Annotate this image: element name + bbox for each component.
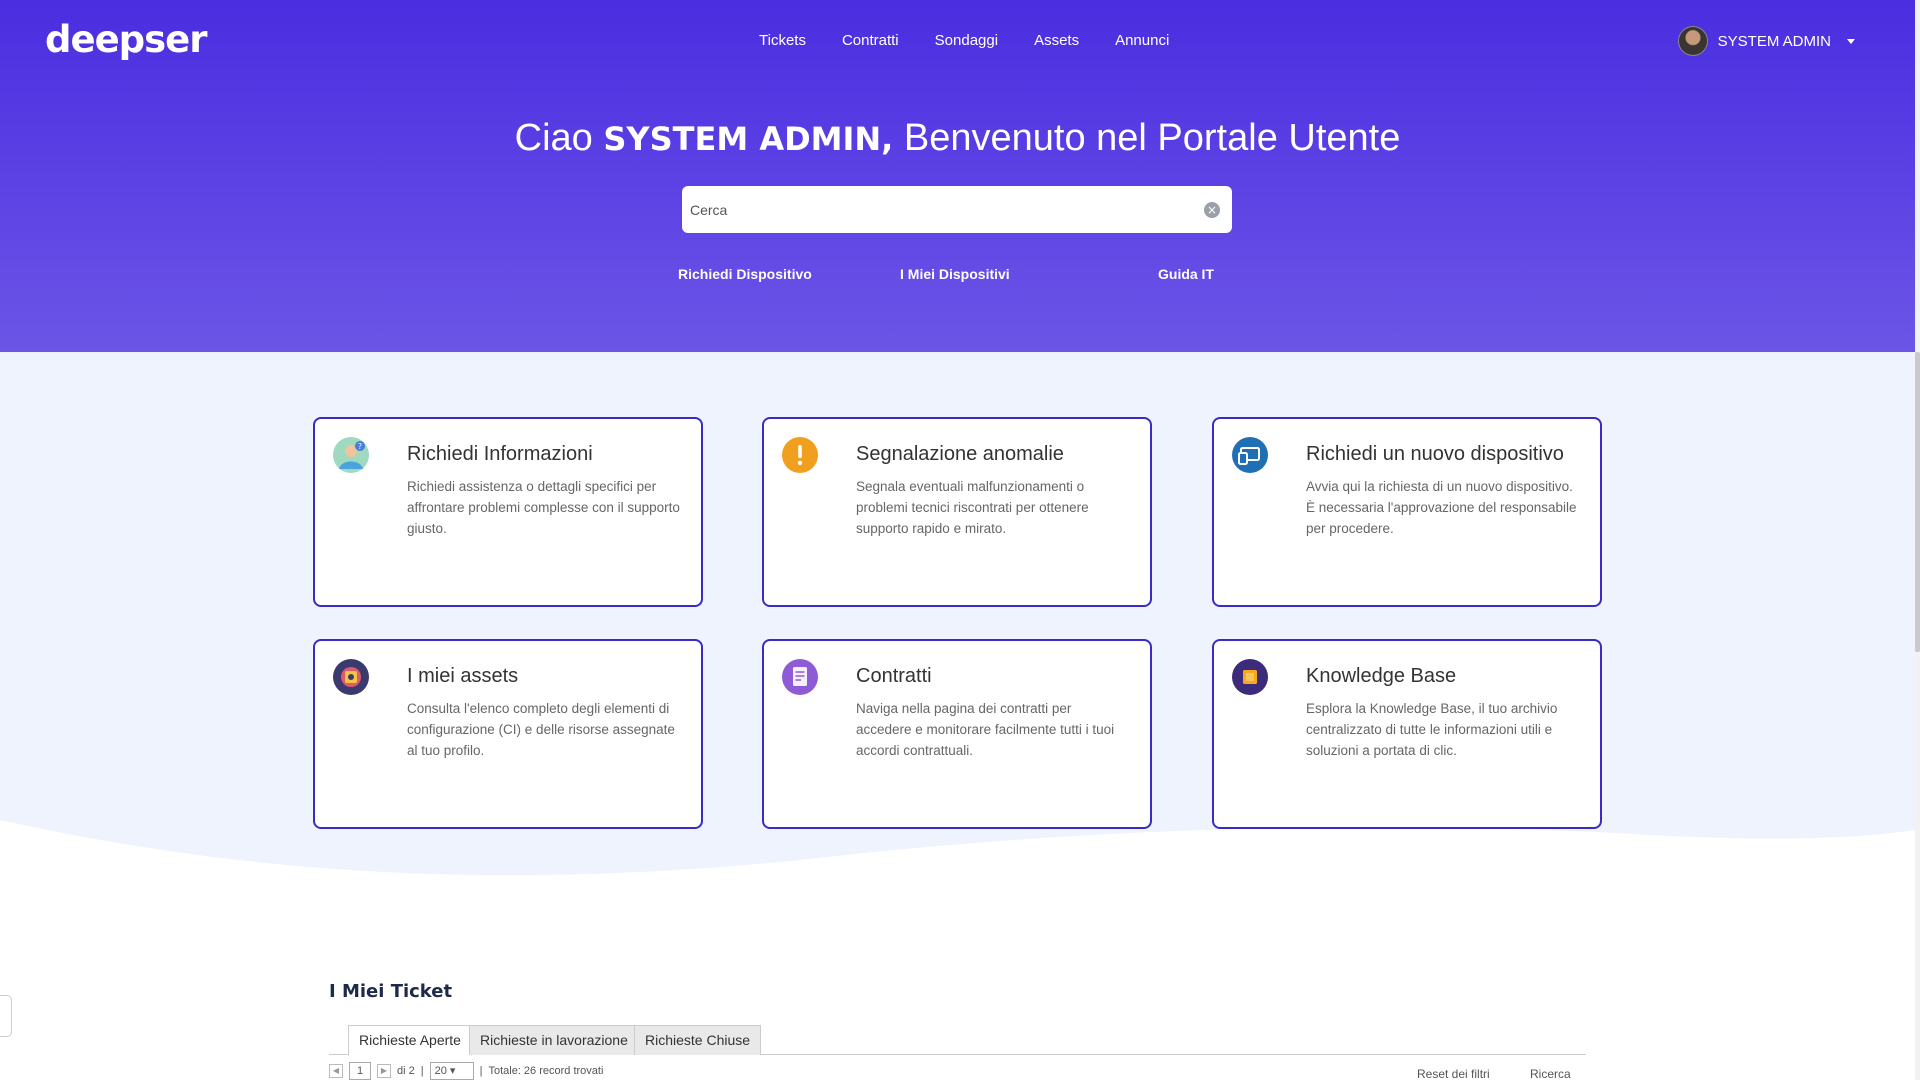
scrollbar-thumb[interactable]: [1915, 352, 1920, 652]
card-segnalazione-anomalie[interactable]: Segnalazione anomalie Segnala eventuali …: [762, 417, 1152, 607]
clear-icon[interactable]: ×: [1204, 201, 1220, 218]
asset-icon: [333, 659, 369, 695]
scrollbar[interactable]: [1915, 0, 1920, 1080]
quick-link-guida-it[interactable]: Guida IT: [1158, 266, 1214, 282]
person-question-icon: ?: [333, 437, 369, 473]
welcome-title: Ciao SYSTEM ADMIN, Benvenuto nel Portale…: [0, 117, 1915, 160]
user-menu[interactable]: SYSTEM ADMIN: [1677, 26, 1855, 56]
total-records: Totale: 26 record trovati: [488, 1065, 604, 1077]
card-text: Richiedi assistenza o dettagli specifici…: [407, 479, 680, 536]
devices-icon: [1232, 437, 1268, 473]
greeting-user: SYSTEM ADMIN,: [603, 120, 894, 158]
card-title: Segnalazione anomalie: [856, 443, 1064, 465]
search-link[interactable]: Ricerca: [1530, 1067, 1571, 1080]
main-nav: Tickets Contratti Sondaggi Assets Annunc…: [759, 32, 1169, 49]
contract-icon: [782, 659, 818, 695]
card-knowledge-base[interactable]: Knowledge Base Esplora la Knowledge Base…: [1212, 639, 1602, 829]
user-name: SYSTEM ADMIN: [1717, 32, 1831, 50]
card-contratti[interactable]: Contratti Naviga nella pagina dei contra…: [762, 639, 1152, 829]
card-title: Richiedi un nuovo dispositivo: [1306, 443, 1564, 465]
page-input[interactable]: 1: [349, 1062, 371, 1080]
card-text: Consulta l'elenco completo degli element…: [407, 701, 675, 758]
book-icon: [1232, 659, 1268, 695]
tab-richieste-chiuse[interactable]: Richieste Chiuse: [634, 1025, 762, 1055]
hero-header: deepser Tickets Contratti Sondaggi Asset…: [0, 0, 1915, 352]
card-miei-assets[interactable]: I miei assets Consulta l'elenco completo…: [313, 639, 703, 829]
logo[interactable]: deepser: [45, 18, 208, 61]
per-page-value: 20: [434, 1065, 447, 1077]
side-feedback-tab[interactable]: [0, 995, 12, 1037]
search-input[interactable]: [690, 201, 1204, 218]
quick-link-richiedi-dispositivo[interactable]: Richiedi Dispositivo: [678, 266, 812, 282]
tab-richieste-aperte[interactable]: Richieste Aperte: [348, 1025, 472, 1056]
warning-icon: [782, 437, 818, 473]
pager: ◀ 1 ▶ di 2 | 20 ▾ | Totale: 26 record tr…: [329, 1062, 603, 1080]
card-text: Segnala eventuali malfunzionamenti o pro…: [856, 479, 1089, 536]
card-text: Avvia qui la richiesta di un nuovo dispo…: [1306, 479, 1577, 536]
card-title: Knowledge Base: [1306, 665, 1457, 687]
nav-annunci[interactable]: Annunci: [1115, 32, 1169, 49]
nav-assets[interactable]: Assets: [1034, 32, 1079, 49]
tickets-tabs: Richieste Aperte Richieste in lavorazion…: [329, 1025, 1586, 1056]
page-count: di 2: [397, 1065, 415, 1077]
card-title: Contratti: [856, 665, 932, 687]
reset-filters-link[interactable]: Reset dei filtri: [1417, 1067, 1490, 1080]
tickets-title: I Miei Ticket: [329, 981, 453, 1002]
pager-divider: |: [420, 1065, 424, 1077]
quick-link-miei-dispositivi[interactable]: I Miei Dispositivi: [900, 266, 1010, 282]
welcome-text: Benvenuto nel Portale Utente: [903, 117, 1401, 159]
card-text: Esplora la Knowledge Base, il tuo archiv…: [1306, 701, 1558, 758]
tab-richieste-in-lavorazione[interactable]: Richieste in lavorazione: [469, 1025, 639, 1055]
nav-tickets[interactable]: Tickets: [759, 32, 806, 49]
greeting-text: Ciao: [514, 117, 593, 159]
prev-page-icon[interactable]: ◀: [329, 1064, 343, 1078]
nav-sondaggi[interactable]: Sondaggi: [935, 32, 998, 49]
card-nuovo-dispositivo[interactable]: Richiedi un nuovo dispositivo Avvia qui …: [1212, 417, 1602, 607]
avatar: [1677, 26, 1708, 56]
nav-contratti[interactable]: Contratti: [842, 32, 899, 49]
svg-text:?: ?: [358, 442, 362, 451]
chevron-down-icon: [1847, 38, 1855, 44]
per-page-select[interactable]: 20 ▾: [429, 1062, 474, 1080]
card-title: I miei assets: [407, 665, 519, 687]
card-richiedi-informazioni[interactable]: ? Richiedi Informazioni Richiedi assiste…: [313, 417, 703, 607]
pager-divider: |: [479, 1065, 483, 1077]
next-page-icon[interactable]: ▶: [377, 1064, 391, 1078]
search-box: ×: [682, 186, 1232, 233]
card-title: Richiedi Informazioni: [407, 443, 593, 465]
card-text: Naviga nella pagina dei contratti per ac…: [856, 701, 1115, 758]
